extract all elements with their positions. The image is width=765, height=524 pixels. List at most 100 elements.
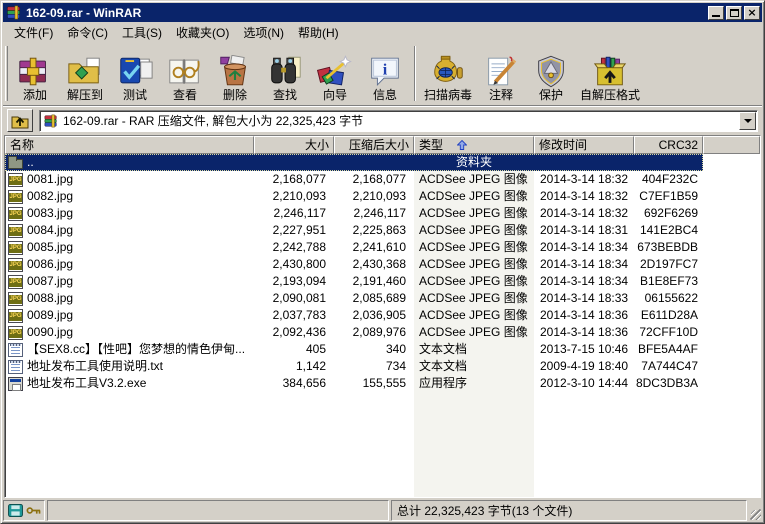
- menu-tools[interactable]: 工具(S): [115, 22, 169, 43]
- file-name: 0082.jpg: [27, 188, 73, 205]
- file-modified: [534, 154, 634, 171]
- resize-grip[interactable]: [749, 500, 762, 521]
- test-button[interactable]: 测试: [110, 44, 160, 103]
- file-name: 0089.jpg: [27, 307, 73, 324]
- table-row[interactable]: 0085.jpg 2,242,788 2,241,610 ACDSee JPEG…: [5, 239, 760, 256]
- file-packed-size: 2,191,460: [334, 273, 414, 290]
- file-crc32: 2D197FC7: [634, 256, 703, 273]
- delete-label: 删除: [223, 88, 247, 102]
- table-row[interactable]: 0084.jpg 2,227,951 2,225,863 ACDSee JPEG…: [5, 222, 760, 239]
- file-name: 【SEX8.cc】【性吧】您梦想的情色伊甸...: [27, 341, 245, 358]
- sfx-icon: [591, 55, 629, 88]
- view-file-icon: [166, 55, 204, 88]
- combobox-dropdown-button[interactable]: [739, 112, 756, 130]
- file-modified: 2014-3-14 18:32: [534, 188, 634, 205]
- virus-scan-button[interactable]: 扫描病毒: [420, 44, 476, 103]
- statusbar: 总计 22,325,423 字节(13 个文件): [3, 498, 762, 521]
- table-row[interactable]: 0087.jpg 2,193,094 2,191,460 ACDSee JPEG…: [5, 273, 760, 290]
- menu-options[interactable]: 选项(N): [236, 22, 291, 43]
- info-button[interactable]: i 信息: [360, 44, 410, 103]
- file-size: 405: [254, 341, 334, 358]
- up-directory-button[interactable]: [7, 109, 33, 132]
- column-header-size[interactable]: 大小: [254, 136, 334, 154]
- sfx-label: 自解压格式: [580, 88, 640, 102]
- jpg-file-icon: [8, 275, 23, 289]
- comment-button[interactable]: 注释: [476, 44, 526, 103]
- file-packed-size: 340: [334, 341, 414, 358]
- table-row[interactable]: 地址发布工具使用说明.txt 1,142 734 文本文档 2009-4-19 …: [5, 358, 760, 375]
- view-label: 查看: [173, 88, 197, 102]
- table-row[interactable]: 0089.jpg 2,037,783 2,036,905 ACDSee JPEG…: [5, 307, 760, 324]
- column-header-crc32[interactable]: CRC32: [634, 136, 703, 154]
- column-header-modified[interactable]: 修改时间: [534, 136, 634, 154]
- file-crc32: 06155622: [634, 290, 703, 307]
- jpg-file-icon: [8, 190, 23, 204]
- jpg-file-icon: [8, 224, 23, 238]
- file-crc32: 8DC3DB3A: [634, 375, 703, 392]
- statusbar-message-panel: [47, 500, 389, 521]
- statusbar-icon-box: [3, 500, 45, 521]
- file-size: 384,656: [254, 375, 334, 392]
- minimize-button[interactable]: [708, 6, 724, 20]
- file-type: ACDSee JPEG 图像: [414, 222, 534, 239]
- delete-button[interactable]: 删除: [210, 44, 260, 103]
- wizard-button[interactable]: 向导: [310, 44, 360, 103]
- archive-path-combobox[interactable]: 162-09.rar - RAR 压缩文件, 解包大小为 22,325,423 …: [39, 110, 758, 132]
- comment-label: 注释: [489, 88, 513, 102]
- file-modified: 2014-3-14 18:34: [534, 239, 634, 256]
- txt-file-icon: [8, 360, 23, 374]
- file-crc32: 7A744C47: [634, 358, 703, 375]
- up-folder-icon: [11, 113, 29, 129]
- svg-text:i: i: [383, 61, 388, 78]
- txt-file-icon: [8, 343, 23, 357]
- winrar-window: 162-09.rar - WinRAR × 文件(F) 命令(C) 工具(S) …: [0, 0, 765, 524]
- maximize-button[interactable]: [726, 6, 742, 20]
- disk-icon[interactable]: [8, 504, 23, 517]
- file-size: 2,193,094: [254, 273, 334, 290]
- close-button[interactable]: ×: [744, 6, 760, 20]
- add-button[interactable]: 添加: [10, 44, 60, 103]
- menu-commands[interactable]: 命令(C): [60, 22, 115, 43]
- file-packed-size: 2,168,077: [334, 171, 414, 188]
- menu-favorites[interactable]: 收藏夹(O): [169, 22, 236, 43]
- extract-to-label: 解压到: [67, 88, 103, 102]
- file-packed-size: 734: [334, 358, 414, 375]
- file-type: ACDSee JPEG 图像: [414, 205, 534, 222]
- file-size: 2,037,783: [254, 307, 334, 324]
- table-row[interactable]: 0081.jpg 2,168,077 2,168,077 ACDSee JPEG…: [5, 171, 760, 188]
- menu-help[interactable]: 帮助(H): [291, 22, 346, 43]
- file-crc32: B1E8EF73: [634, 273, 703, 290]
- sfx-button[interactable]: 自解压格式: [576, 44, 644, 103]
- column-header-type[interactable]: 类型: [414, 136, 534, 154]
- find-button[interactable]: 查找: [260, 44, 310, 103]
- test-archive-icon: [116, 55, 154, 88]
- column-header-packed[interactable]: 压缩后大小: [334, 136, 414, 154]
- titlebar[interactable]: 162-09.rar - WinRAR ×: [3, 3, 762, 22]
- table-row[interactable]: 0082.jpg 2,210,093 2,210,093 ACDSee JPEG…: [5, 188, 760, 205]
- column-header-filler[interactable]: [703, 136, 760, 154]
- file-name: 0088.jpg: [27, 290, 73, 307]
- table-row[interactable]: 地址发布工具V3.2.exe 384,656 155,555 应用程序 2012…: [5, 375, 760, 392]
- file-list: .. 资料夹 0081.jpg 2,168,077 2,168,077 ACDS…: [5, 154, 760, 497]
- file-type: 文本文档: [414, 341, 534, 358]
- view-button[interactable]: 查看: [160, 44, 210, 103]
- protect-button[interactable]: 保护: [526, 44, 576, 103]
- file-crc32: 673BEBDB: [634, 239, 703, 256]
- table-row[interactable]: 【SEX8.cc】【性吧】您梦想的情色伊甸... 405 340 文本文档 20…: [5, 341, 760, 358]
- toolbar-separator: [414, 46, 416, 101]
- menu-file[interactable]: 文件(F): [7, 22, 60, 43]
- table-row[interactable]: 0088.jpg 2,090,081 2,085,689 ACDSee JPEG…: [5, 290, 760, 307]
- file-size: 2,246,117: [254, 205, 334, 222]
- table-row[interactable]: .. 资料夹: [5, 154, 760, 171]
- column-header-name[interactable]: 名称: [5, 136, 254, 154]
- window-title: 162-09.rar - WinRAR: [26, 6, 708, 20]
- table-row[interactable]: 0090.jpg 2,092,436 2,089,976 ACDSee JPEG…: [5, 324, 760, 341]
- extract-to-button[interactable]: 解压到: [60, 44, 110, 103]
- table-row[interactable]: 0086.jpg 2,430,800 2,430,368 ACDSee JPEG…: [5, 256, 760, 273]
- file-name: 0085.jpg: [27, 239, 73, 256]
- table-row[interactable]: 0083.jpg 2,246,117 2,246,117 ACDSee JPEG…: [5, 205, 760, 222]
- file-crc32: 72CFF10D: [634, 324, 703, 341]
- key-icon[interactable]: [26, 504, 41, 517]
- file-packed-size: 2,085,689: [334, 290, 414, 307]
- file-crc32: 692F6269: [634, 205, 703, 222]
